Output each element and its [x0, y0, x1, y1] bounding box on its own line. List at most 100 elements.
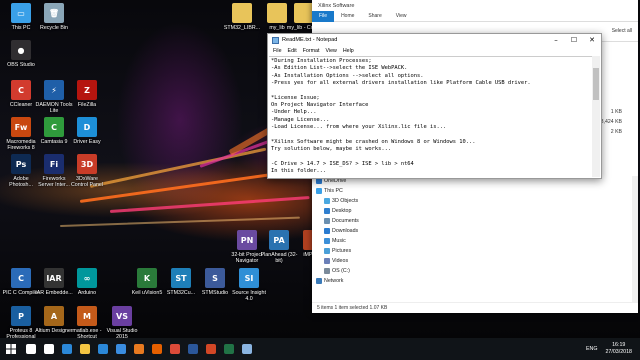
altium-icon: A: [44, 306, 64, 326]
desktop-shortcut[interactable]: S STMStudio: [196, 268, 234, 296]
notepad-vertical-scrollbar[interactable]: [592, 56, 600, 177]
nav-item[interactable]: Music: [312, 236, 372, 246]
nav-item-icon: [324, 228, 330, 234]
nav-item[interactable]: Desktop: [312, 206, 372, 216]
clock-time: 16:19: [612, 342, 626, 348]
scrollbar-thumb[interactable]: [593, 68, 599, 100]
start-button[interactable]: [0, 338, 22, 360]
clock[interactable]: 16:19 27/03/2018: [605, 342, 632, 356]
notepad-title-bar[interactable]: ReadME.txt - Notepad – ☐ ✕: [268, 34, 601, 46]
desktop-shortcut[interactable]: ● OBS Studio: [2, 40, 40, 68]
taskbar-button[interactable]: [166, 338, 184, 360]
menu-view[interactable]: View: [322, 48, 339, 54]
menu-help[interactable]: Help: [340, 48, 357, 54]
taskbar-button[interactable]: [202, 338, 220, 360]
close-button[interactable]: ✕: [583, 34, 601, 46]
notepad-text-area[interactable]: *During Installation Processes; -As Edit…: [269, 56, 592, 177]
desktop-shortcut-label: Arduino: [77, 290, 97, 296]
taskbar-button[interactable]: [130, 338, 148, 360]
desktop-shortcut[interactable]: Z FileZilla: [68, 80, 106, 108]
desktop-shortcut-label: Recycle Bin: [40, 25, 68, 31]
taskbar-button[interactable]: [76, 338, 94, 360]
desktop-shortcut[interactable]: ST STM32Cu...: [162, 268, 200, 296]
nav-item[interactable]: Downloads: [312, 226, 372, 236]
nav-item[interactable]: 3D Objects: [312, 196, 372, 206]
nav-item[interactable]: Documents: [312, 216, 372, 226]
tab-home[interactable]: Home: [334, 11, 361, 22]
media-player-icon: [134, 344, 144, 354]
tab-share[interactable]: Share: [361, 11, 388, 22]
excel-icon: [224, 344, 234, 354]
nav-item[interactable]: This PC: [312, 186, 372, 196]
wallpaper-streak: [89, 147, 267, 188]
project-navigator-icon: PN: [237, 230, 257, 250]
explorer-title-bar[interactable]: Xilinx Software: [312, 0, 638, 11]
notepad-window[interactable]: ReadME.txt - Notepad – ☐ ✕ File Edit For…: [267, 33, 602, 179]
file-size: 3,424 KB: [600, 119, 622, 125]
menu-file[interactable]: File: [270, 48, 285, 54]
nav-item-label: Videos: [332, 258, 349, 264]
obs-studio-icon: ●: [11, 40, 31, 60]
select-all-button[interactable]: Select all: [612, 28, 632, 34]
nav-item-label: Music: [332, 238, 346, 244]
matlab-icon: M: [77, 306, 97, 326]
taskbar-button[interactable]: [184, 338, 202, 360]
desktop-shortcut[interactable]: VS Visual Studio 2015: [103, 306, 141, 338]
fireworks-server-icon: Fi: [44, 154, 64, 174]
desktop-shortcut-label: Driver Easy: [73, 139, 101, 145]
photoshop-icon: Ps: [11, 154, 31, 174]
folder-icon: [294, 3, 314, 23]
search-icon: [26, 344, 36, 354]
taskbar-button[interactable]: [238, 338, 256, 360]
explorer-ribbon-tabs: File Home Share View: [312, 10, 638, 22]
nav-item-label: 3D Objects: [332, 198, 359, 204]
taskbar-button[interactable]: [94, 338, 112, 360]
tab-view[interactable]: View: [389, 11, 414, 22]
nav-item-label: OS (C:): [332, 268, 350, 274]
desktop-shortcut[interactable]: 🗑 Recycle Bin: [35, 3, 73, 31]
desktop-shortcut[interactable]: D Driver Easy: [68, 117, 106, 145]
nav-item[interactable]: Videos: [312, 256, 372, 266]
file-size: 1 KB: [610, 109, 622, 115]
taskbar-button[interactable]: [40, 338, 58, 360]
desktop-shortcut[interactable]: SI Source Insight 4.0: [230, 268, 268, 302]
taskbar-button[interactable]: [58, 338, 76, 360]
ccleaner-icon: C: [11, 80, 31, 100]
desktop-shortcut-label: 3DxWare Control Panel: [70, 176, 104, 188]
taskbar-button[interactable]: [220, 338, 238, 360]
recycle-bin-icon: 🗑: [44, 3, 64, 23]
maximize-button[interactable]: ☐: [565, 34, 583, 46]
menu-edit[interactable]: Edit: [285, 48, 300, 54]
desktop-shortcut[interactable]: PA PlanAhead (32-bit): [260, 230, 298, 264]
firefox-icon: [152, 344, 162, 354]
camtasia-icon: C: [44, 117, 64, 137]
taskbar-button[interactable]: [112, 338, 130, 360]
minimize-button[interactable]: –: [547, 34, 565, 46]
taskbar-button[interactable]: [22, 338, 40, 360]
desktop-shortcut-label: STMStudio: [201, 290, 229, 296]
nav-item-label: Documents: [332, 218, 359, 224]
desktop-shortcut-label: Source Insight 4.0: [232, 290, 266, 302]
nav-item[interactable]: Network: [312, 276, 372, 286]
file-size-column: 1 KB 3,424 KB 2 KB: [601, 107, 622, 137]
nav-item[interactable]: Pictures: [312, 246, 372, 256]
desktop-shortcut[interactable]: 3D 3DxWare Control Panel: [68, 154, 106, 188]
nav-scrollbar[interactable]: [632, 176, 638, 302]
taskbar-button[interactable]: [148, 338, 166, 360]
language-indicator[interactable]: ENG: [586, 346, 597, 352]
desktop-shortcut-label: STM32_LIBR...: [223, 25, 261, 31]
desktop-shortcut-label: matlab.exe - Shortcut: [72, 328, 102, 338]
desktop-shortcut[interactable]: STM32_LIBR...: [223, 3, 261, 31]
desktop-shortcut[interactable]: K Keil uVision5: [128, 268, 166, 296]
source-insight-icon: SI: [239, 268, 259, 288]
desktop-shortcut[interactable]: ∞ Arduino: [68, 268, 106, 296]
desktop-shortcut[interactable]: Mmatlab.exe - Shortcut: [68, 306, 106, 338]
menu-format[interactable]: Format: [300, 48, 323, 54]
nav-item[interactable]: OS (C:): [312, 266, 372, 276]
nav-item-icon: [316, 278, 322, 284]
nav-item-icon: [316, 188, 322, 194]
nav-item-icon: [324, 218, 330, 224]
tab-file[interactable]: File: [312, 10, 335, 22]
system-tray: ENG 16:19 27/03/2018: [586, 338, 632, 360]
chrome-icon: [170, 344, 180, 354]
